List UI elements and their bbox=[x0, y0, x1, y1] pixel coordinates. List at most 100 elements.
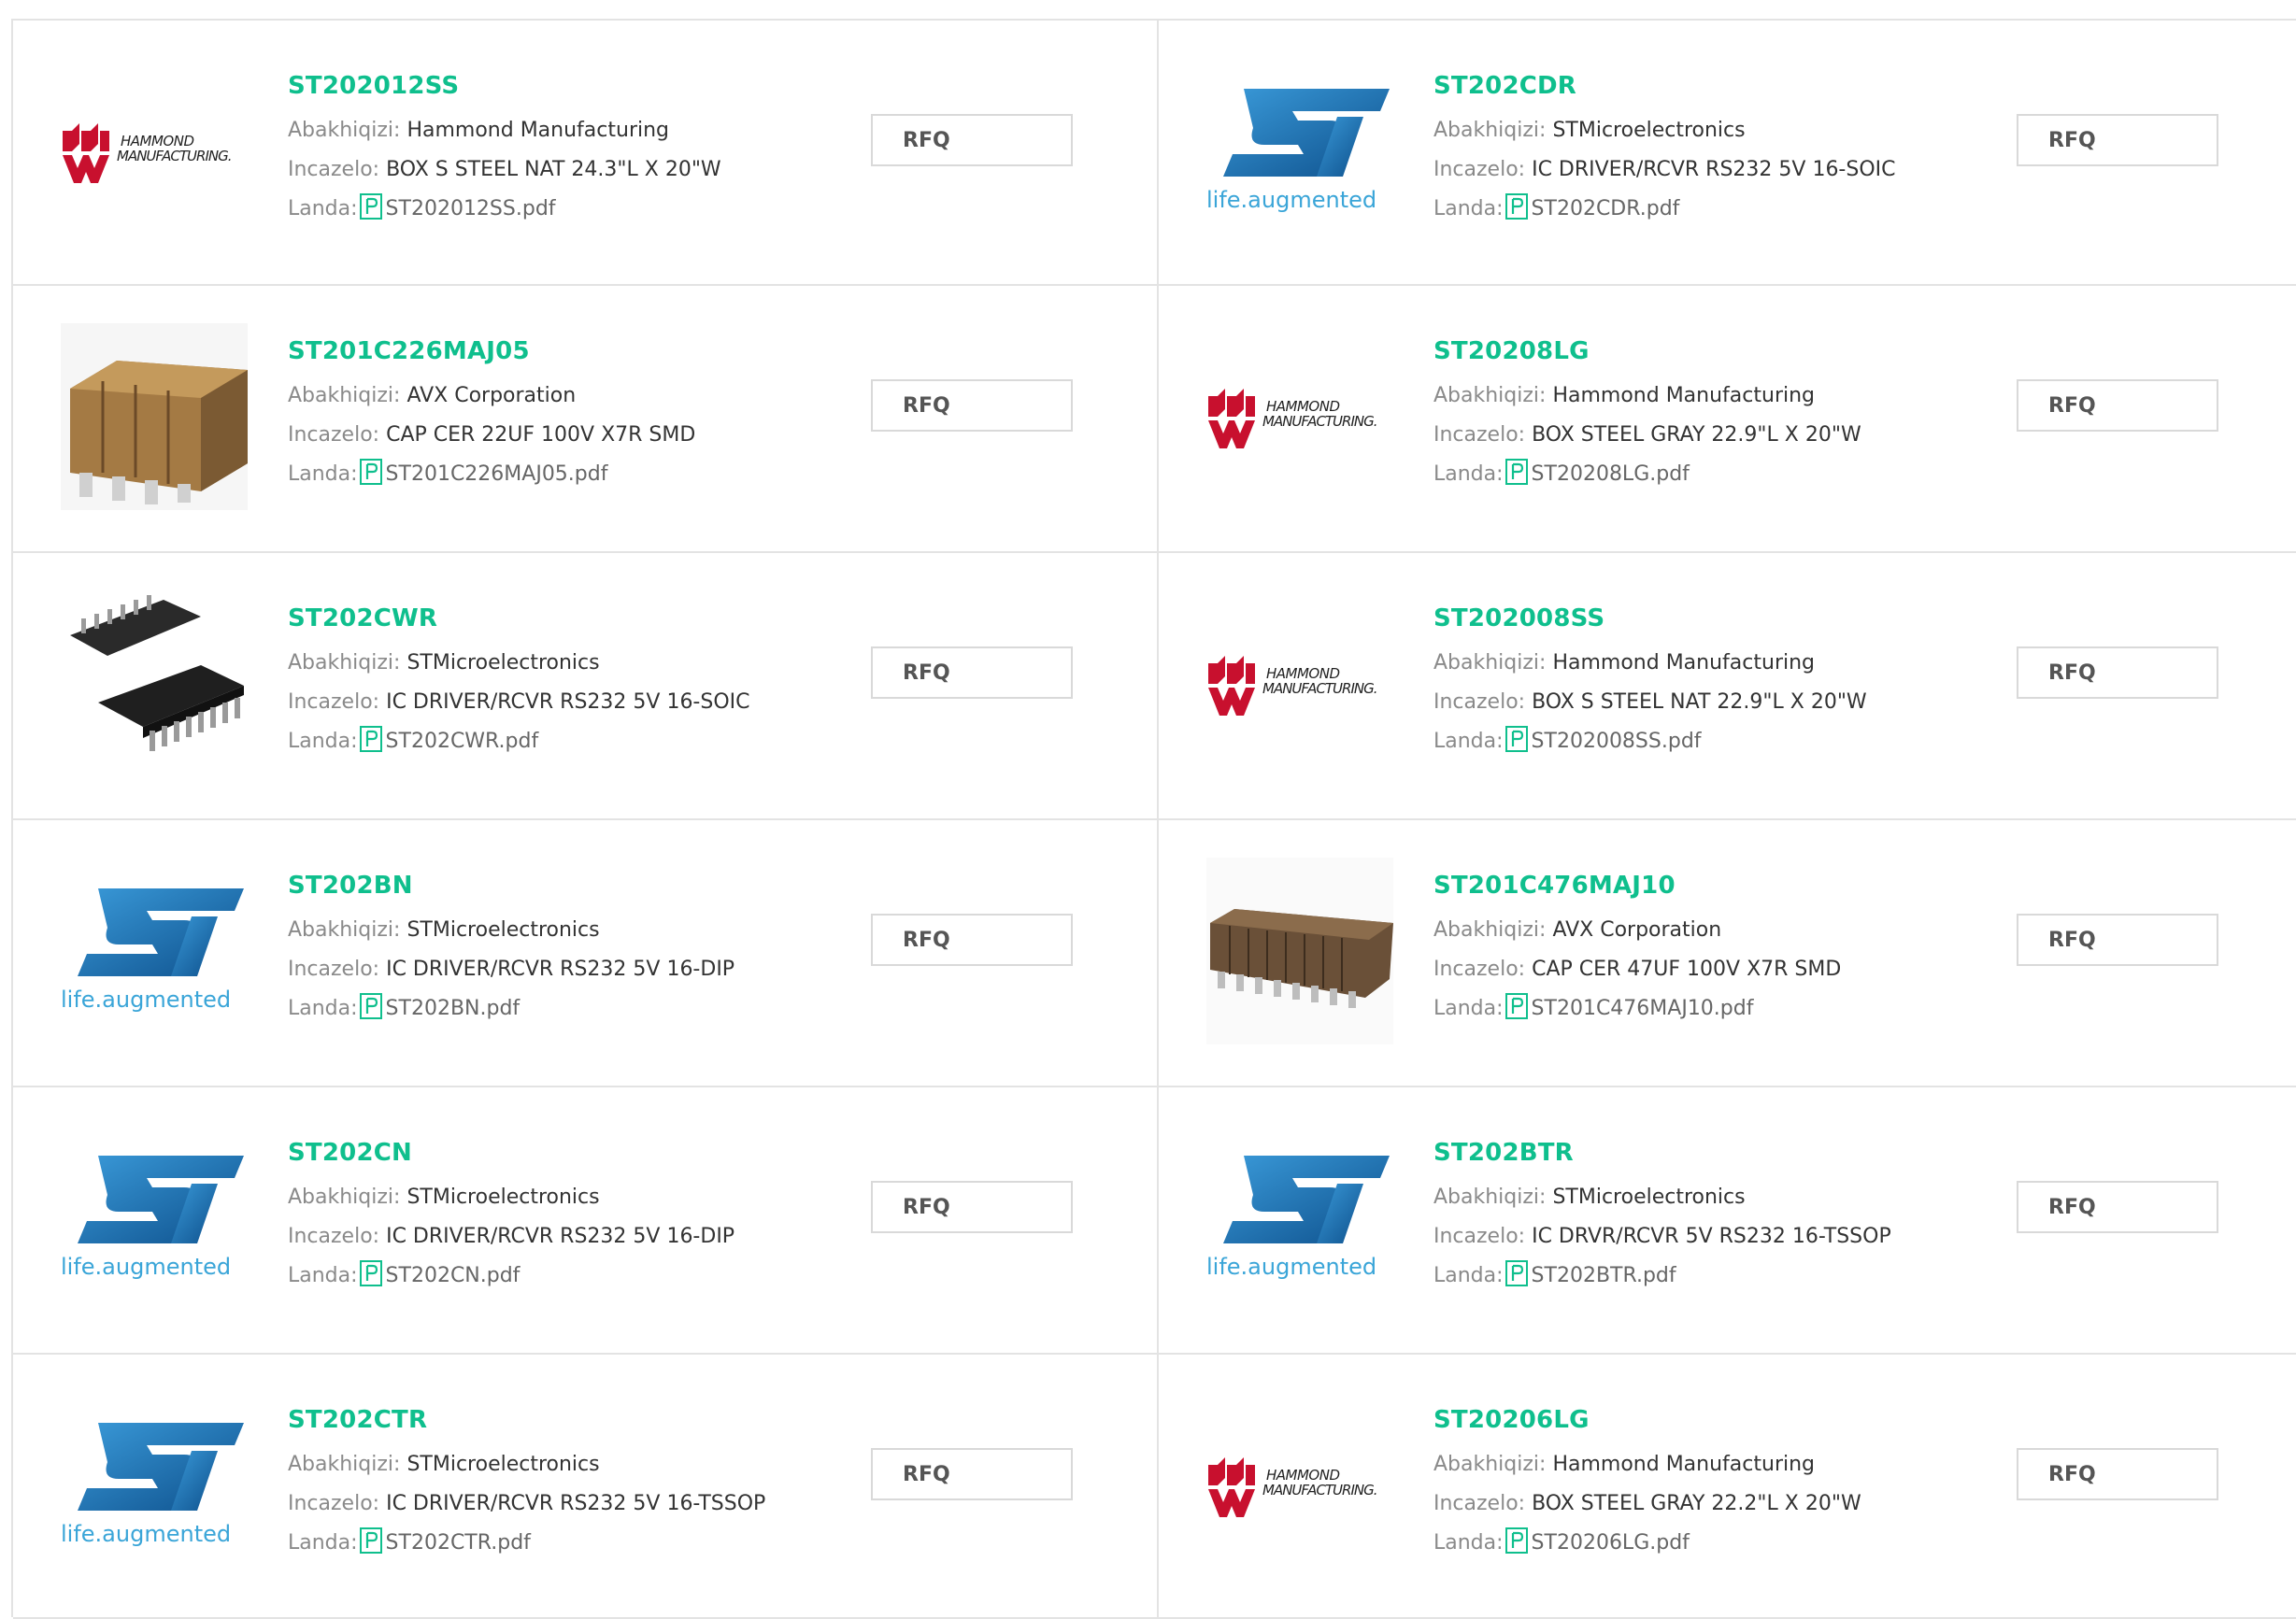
rfq-button[interactable]: RFQ bbox=[871, 114, 1073, 166]
part-number-link[interactable]: ST202BN bbox=[288, 872, 811, 900]
st-logo-icon: life.augmented bbox=[1206, 89, 1390, 213]
st-logo-icon: life.augmented bbox=[61, 1423, 244, 1547]
st-logo-tagline: life.augmented bbox=[1206, 1254, 1376, 1280]
datasheet-row: Landa: ST202CN.pdf bbox=[288, 1257, 811, 1296]
rfq-button[interactable]: RFQ bbox=[871, 914, 1073, 966]
manufacturer-row: Abakhiqizi: AVX Corporation bbox=[1433, 911, 1957, 950]
product-image[interactable] bbox=[61, 590, 248, 777]
st-logo-tagline: life.augmented bbox=[61, 1254, 231, 1280]
datasheet-link[interactable]: ST201C226MAJ05.pdf bbox=[386, 462, 608, 486]
datasheet-link[interactable]: ST202BN.pdf bbox=[386, 997, 521, 1020]
product-info: ST20206LG Abakhiqizi: Hammond Manufactur… bbox=[1433, 1406, 1957, 1563]
product-grid: HAMMOND MANUFACTURING. ST202012SS Abakhi… bbox=[11, 19, 2296, 1619]
datasheet-label: Landa: bbox=[288, 730, 358, 753]
product-info: ST202CTR Abakhiqizi: STMicroelectronics … bbox=[288, 1406, 811, 1563]
product-image[interactable]: HAMMOND MANUFACTURING. bbox=[1206, 590, 1393, 777]
pdf-icon bbox=[359, 1527, 382, 1554]
description-row: Incazelo: BOX STEEL GRAY 22.2"L X 20"W bbox=[1433, 1484, 1957, 1524]
part-number-link[interactable]: ST202CWR bbox=[288, 604, 811, 632]
datasheet-link[interactable]: ST20208LG.pdf bbox=[1532, 462, 1690, 486]
product-image[interactable]: life.augmented bbox=[61, 1392, 248, 1579]
rfq-button[interactable]: RFQ bbox=[2017, 1448, 2218, 1500]
rfq-button[interactable]: RFQ bbox=[2017, 114, 2218, 166]
product-info: ST202CWR Abakhiqizi: STMicroelectronics … bbox=[288, 604, 811, 761]
pdf-icon bbox=[1505, 1527, 1528, 1554]
pdf-icon bbox=[359, 726, 382, 752]
manufacturer-label: Abakhiqizi: bbox=[1433, 119, 1547, 142]
description-value: IC DRIVER/RCVR RS232 5V 16-TSSOP bbox=[386, 1492, 766, 1515]
pdf-icon bbox=[1505, 193, 1528, 220]
datasheet-link[interactable]: ST202008SS.pdf bbox=[1532, 730, 1702, 753]
description-row: Incazelo: IC DRIVER/RCVR RS232 5V 16-DIP bbox=[288, 950, 811, 989]
part-number-link[interactable]: ST202BTR bbox=[1433, 1139, 1957, 1167]
datasheet-link[interactable]: ST202CN.pdf bbox=[386, 1264, 521, 1287]
manufacturer-label: Abakhiqizi: bbox=[1433, 1453, 1547, 1476]
product-image[interactable]: HAMMOND MANUFACTURING. bbox=[1206, 323, 1393, 510]
product-image[interactable] bbox=[61, 323, 248, 510]
description-value: CAP CER 22UF 100V X7R SMD bbox=[386, 423, 696, 447]
datasheet-link[interactable]: ST20206LG.pdf bbox=[1532, 1531, 1690, 1555]
rfq-button[interactable]: RFQ bbox=[2017, 1181, 2218, 1233]
manufacturer-label: Abakhiqizi: bbox=[288, 651, 401, 675]
product-image[interactable] bbox=[1206, 858, 1393, 1044]
manufacturer-label: Abakhiqizi: bbox=[1433, 651, 1547, 675]
datasheet-label: Landa: bbox=[1433, 197, 1504, 220]
part-number-link[interactable]: ST202CDR bbox=[1433, 72, 1957, 100]
manufacturer-row: Abakhiqizi: Hammond Manufacturing bbox=[1433, 1445, 1957, 1484]
rfq-button[interactable]: RFQ bbox=[871, 1181, 1073, 1233]
st-logo-tagline: life.augmented bbox=[61, 987, 231, 1013]
manufacturer-label: Abakhiqizi: bbox=[288, 918, 401, 942]
description-label: Incazelo: bbox=[1433, 958, 1526, 981]
product-info: ST20208LG Abakhiqizi: Hammond Manufactur… bbox=[1433, 337, 1957, 494]
part-number-link[interactable]: ST202012SS bbox=[288, 72, 811, 100]
manufacturer-value: Hammond Manufacturing bbox=[1552, 384, 1816, 407]
rfq-button[interactable]: RFQ bbox=[871, 379, 1073, 432]
manufacturer-row: Abakhiqizi: STMicroelectronics bbox=[1433, 111, 1957, 150]
datasheet-link[interactable]: ST202CWR.pdf bbox=[386, 730, 539, 753]
pdf-icon bbox=[1505, 1260, 1528, 1286]
rfq-button[interactable]: RFQ bbox=[871, 646, 1073, 699]
description-label: Incazelo: bbox=[1433, 690, 1526, 714]
product-image[interactable]: life.augmented bbox=[1206, 1125, 1393, 1312]
part-number-link[interactable]: ST20206LG bbox=[1433, 1406, 1957, 1434]
description-value: IC DRIVER/RCVR RS232 5V 16-DIP bbox=[386, 1225, 735, 1248]
datasheet-link[interactable]: ST202CDR.pdf bbox=[1532, 197, 1680, 220]
manufacturer-value: AVX Corporation bbox=[1552, 918, 1722, 942]
datasheet-row: Landa: ST202BN.pdf bbox=[288, 989, 811, 1029]
product-image[interactable]: life.augmented bbox=[61, 858, 248, 1044]
product-image[interactable]: life.augmented bbox=[1206, 58, 1393, 245]
product-image[interactable]: HAMMOND MANUFACTURING. bbox=[1206, 1392, 1393, 1579]
datasheet-label: Landa: bbox=[1433, 730, 1504, 753]
hammond-logo-icon: HAMMOND MANUFACTURING. bbox=[1208, 1457, 1378, 1517]
part-number-link[interactable]: ST201C226MAJ05 bbox=[288, 337, 811, 365]
product-card: life.augmented ST202CN Abakhiqizi: STMic… bbox=[13, 1087, 1159, 1355]
manufacturer-label: Abakhiqizi: bbox=[1433, 918, 1547, 942]
datasheet-row: Landa: ST202BTR.pdf bbox=[1433, 1257, 1957, 1296]
product-card: HAMMOND MANUFACTURING. ST202012SS Abakhi… bbox=[13, 21, 1159, 286]
datasheet-link[interactable]: ST202012SS.pdf bbox=[386, 197, 556, 220]
product-info: ST202BTR Abakhiqizi: STMicroelectronics … bbox=[1433, 1139, 1957, 1296]
rfq-button[interactable]: RFQ bbox=[871, 1448, 1073, 1500]
product-card: life.augmented ST202CDR Abakhiqizi: STMi… bbox=[1159, 21, 2296, 286]
product-image[interactable]: HAMMOND MANUFACTURING. bbox=[61, 58, 248, 245]
datasheet-link[interactable]: ST202CTR.pdf bbox=[386, 1531, 531, 1555]
manufacturer-value: Hammond Manufacturing bbox=[1552, 651, 1816, 675]
product-info: ST202012SS Abakhiqizi: Hammond Manufactu… bbox=[288, 72, 811, 229]
product-image[interactable]: life.augmented bbox=[61, 1125, 248, 1312]
part-number-link[interactable]: ST202008SS bbox=[1433, 604, 1957, 632]
manufacturer-label: Abakhiqizi: bbox=[288, 384, 401, 407]
description-label: Incazelo: bbox=[288, 958, 380, 981]
rfq-button[interactable]: RFQ bbox=[2017, 379, 2218, 432]
hammond-logo-line2: MANUFACTURING. bbox=[1262, 413, 1377, 430]
datasheet-row: Landa: ST202008SS.pdf bbox=[1433, 722, 1957, 761]
part-number-link[interactable]: ST202CN bbox=[288, 1139, 811, 1167]
datasheet-link[interactable]: ST201C476MAJ10.pdf bbox=[1532, 997, 1754, 1020]
rfq-button[interactable]: RFQ bbox=[2017, 914, 2218, 966]
part-number-link[interactable]: ST20208LG bbox=[1433, 337, 1957, 365]
pdf-icon bbox=[359, 1260, 382, 1286]
part-number-link[interactable]: ST201C476MAJ10 bbox=[1433, 872, 1957, 900]
datasheet-link[interactable]: ST202BTR.pdf bbox=[1532, 1264, 1676, 1287]
description-value: BOX STEEL GRAY 22.9"L X 20"W bbox=[1532, 423, 1861, 447]
part-number-link[interactable]: ST202CTR bbox=[288, 1406, 811, 1434]
rfq-button[interactable]: RFQ bbox=[2017, 646, 2218, 699]
